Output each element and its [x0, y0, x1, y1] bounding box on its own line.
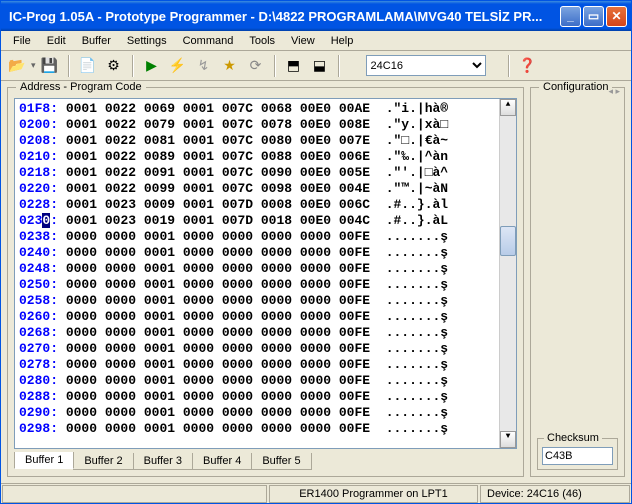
tab-buffer-1[interactable]: Buffer 1	[14, 452, 74, 469]
verify-icon[interactable]	[218, 54, 242, 78]
document-icon[interactable]	[76, 54, 100, 78]
window2-icon[interactable]	[308, 54, 332, 78]
tab-buffer-5[interactable]: Buffer 5	[251, 453, 311, 470]
window-title: IC-Prog 1.05A - Prototype Programmer - D…	[5, 9, 560, 24]
menu-buffer[interactable]: Buffer	[74, 33, 119, 49]
menubar: FileEditBufferSettingsCommandToolsViewHe…	[1, 31, 631, 51]
titlebar[interactable]: IC-Prog 1.05A - Prototype Programmer - D…	[1, 1, 631, 31]
maximize-button[interactable]: ▭	[583, 6, 604, 27]
save-icon[interactable]	[38, 54, 62, 78]
settings-icon[interactable]	[102, 54, 126, 78]
code-panel-title: Address - Program Code	[16, 81, 146, 93]
statusbar: ER1400 Programmer on LPT1 Device: 24C16 …	[1, 483, 631, 503]
status-left	[2, 485, 267, 503]
app-window: IC-Prog 1.05A - Prototype Programmer - D…	[0, 0, 632, 504]
scroll-down-icon[interactable]: ▼	[500, 431, 516, 448]
toolbar: ▾ 24C16	[1, 51, 631, 81]
scroll-thumb[interactable]	[500, 226, 516, 256]
buffer-tabs: Buffer 1Buffer 2Buffer 3Buffer 4Buffer 5	[14, 453, 517, 470]
config-panel: Configuration ◂ ▸ Checksum	[530, 87, 625, 477]
checksum-label: Checksum	[544, 432, 602, 444]
checksum-group: Checksum	[537, 438, 618, 470]
menu-command[interactable]: Command	[175, 33, 242, 49]
read-icon[interactable]	[140, 54, 164, 78]
config-nav-arrows[interactable]: ◂ ▸	[608, 86, 620, 97]
close-button[interactable]: ✕	[606, 6, 627, 27]
tab-buffer-2[interactable]: Buffer 2	[73, 453, 133, 470]
device-select[interactable]: 24C16	[366, 55, 486, 76]
reload-icon[interactable]	[244, 54, 268, 78]
scrollbar-vertical[interactable]: ▲ ▼	[499, 99, 516, 448]
window1-icon[interactable]	[282, 54, 306, 78]
menu-edit[interactable]: Edit	[39, 33, 74, 49]
menu-file[interactable]: File	[5, 33, 39, 49]
status-right: Device: 24C16 (46)	[480, 485, 630, 503]
tab-buffer-4[interactable]: Buffer 4	[192, 453, 252, 470]
help-icon[interactable]	[516, 54, 540, 78]
menu-help[interactable]: Help	[323, 33, 362, 49]
checksum-field[interactable]	[542, 447, 613, 465]
scroll-up-icon[interactable]: ▲	[500, 99, 516, 116]
erase-icon[interactable]	[192, 54, 216, 78]
program-icon[interactable]	[166, 54, 190, 78]
minimize-button[interactable]: _	[560, 6, 581, 27]
menu-tools[interactable]: Tools	[241, 33, 283, 49]
status-center: ER1400 Programmer on LPT1	[269, 485, 478, 503]
open-icon[interactable]	[5, 54, 29, 78]
code-panel: Address - Program Code 01F8: 0001 0022 0…	[7, 87, 524, 477]
config-panel-title: Configuration	[539, 81, 612, 93]
hex-view[interactable]: 01F8: 0001 0022 0069 0001 007C 0068 00E0…	[14, 98, 517, 449]
menu-settings[interactable]: Settings	[119, 33, 175, 49]
tab-buffer-3[interactable]: Buffer 3	[133, 453, 193, 470]
menu-view[interactable]: View	[283, 33, 323, 49]
